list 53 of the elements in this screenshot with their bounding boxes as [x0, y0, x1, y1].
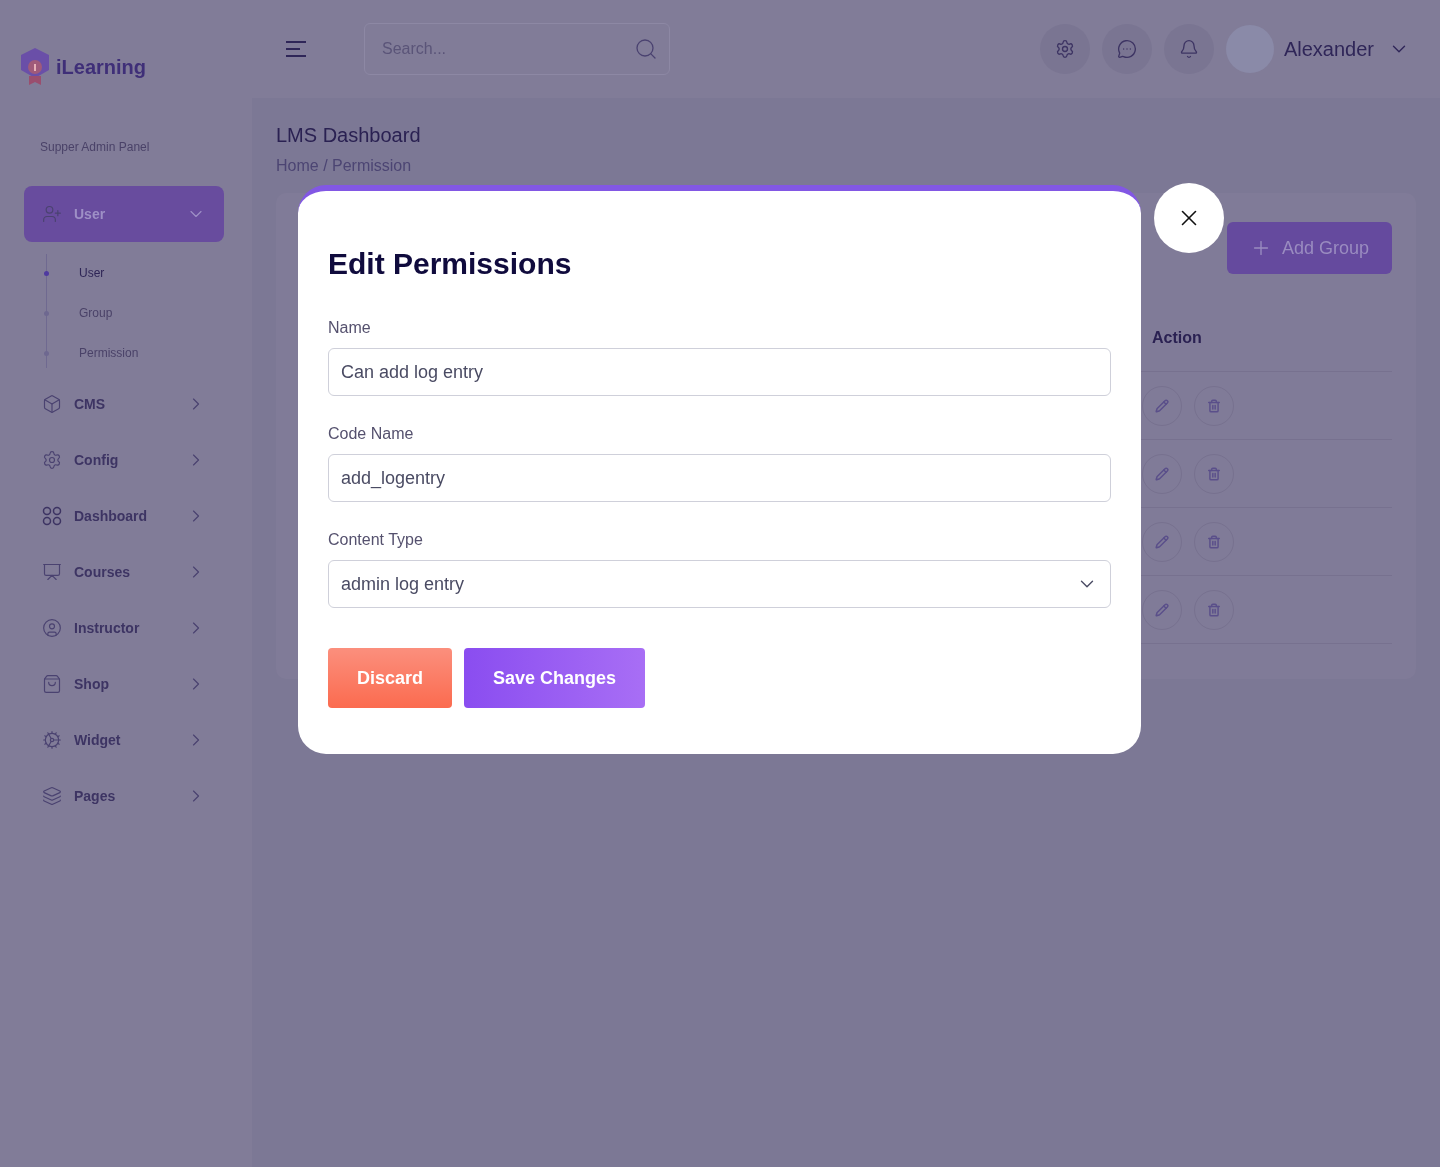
trash-icon [1207, 602, 1221, 617]
brand-name: iLearning [56, 55, 146, 79]
discard-button[interactable]: Discard [328, 648, 453, 708]
bell-icon [1178, 39, 1199, 59]
messages-button[interactable] [1101, 24, 1152, 74]
pencil-icon [1155, 398, 1169, 413]
input-field[interactable]: add_logentry [328, 454, 1111, 502]
pencil-icon [1155, 602, 1169, 617]
shopping-bag-icon [42, 674, 62, 694]
cog-icon [42, 730, 62, 750]
gear-icon [42, 450, 62, 470]
save-button[interactable]: Save Changes [464, 648, 646, 708]
pencil-icon [1155, 534, 1169, 549]
sidebar-item[interactable]: Instructor [24, 600, 224, 656]
column-header: Action [1151, 328, 1203, 347]
pencil-icon [1155, 466, 1169, 481]
panel-title: Supper Admin Panel [39, 139, 151, 156]
trash-icon [1207, 534, 1221, 549]
cube-icon [42, 394, 62, 414]
trash-icon [1207, 466, 1221, 481]
gear-icon [1054, 39, 1075, 59]
sidebar-item[interactable]: Shop [24, 656, 224, 712]
add-group-button[interactable]: Add Group [1227, 222, 1392, 274]
sidebar-item[interactable]: CMS [24, 376, 224, 432]
grid-icon [42, 506, 62, 526]
notifications-button[interactable] [1163, 24, 1214, 74]
field-label: Code Name [328, 425, 415, 443]
field-label: Name [328, 319, 372, 337]
chat-bubble-icon [1116, 39, 1137, 59]
layers-icon [42, 786, 62, 806]
logo-icon [20, 48, 50, 86]
trash-icon [1207, 398, 1221, 413]
input-field[interactable]: Can add log entry [328, 348, 1111, 396]
sidebar-item[interactable]: Courses [24, 544, 224, 600]
user-name[interactable]: Alexander [1283, 37, 1374, 61]
chart-board-icon [42, 562, 62, 582]
submenu-item[interactable]: Group [79, 306, 113, 320]
sidebar-item[interactable]: Pages [24, 768, 224, 824]
submenu-item[interactable]: Permission [79, 346, 139, 360]
sidebar-item[interactable]: Dashboard [24, 488, 224, 544]
user-circle-icon [42, 618, 62, 638]
modal-title: Edit Permissions [328, 247, 573, 281]
submenu-item[interactable]: User [79, 266, 105, 280]
search-icon[interactable] [634, 37, 658, 61]
sidebar-item[interactable]: User [24, 186, 224, 242]
sidebar-item[interactable]: Config [24, 432, 224, 488]
user-plus-icon [42, 204, 62, 224]
field-label: Content Type [328, 531, 424, 549]
menu-button[interactable] [285, 40, 307, 58]
page-title: LMS Dashboard [276, 124, 422, 147]
select-field[interactable]: admin log entry [328, 560, 1111, 608]
sidebar-item[interactable]: Widget [24, 712, 224, 768]
settings-button[interactable] [1039, 24, 1090, 74]
